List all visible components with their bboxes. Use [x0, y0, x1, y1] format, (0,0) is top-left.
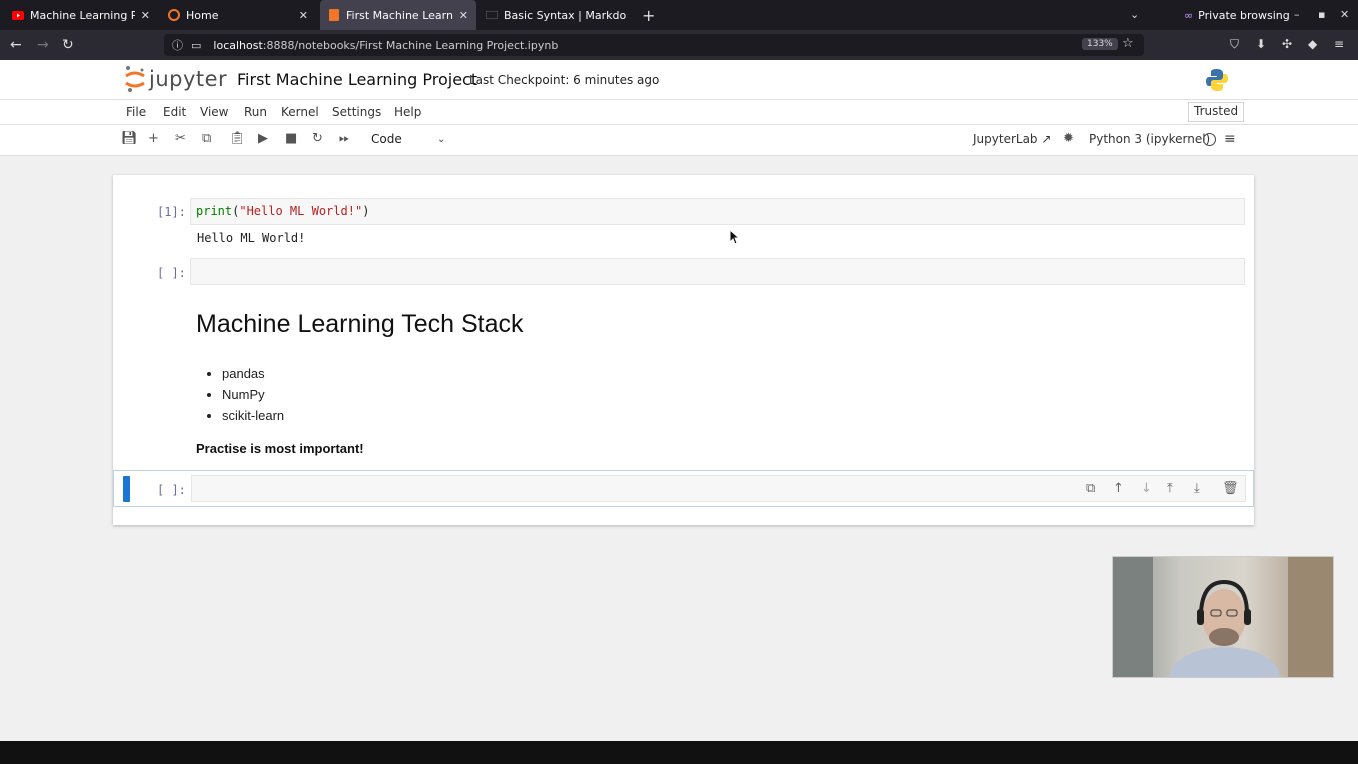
- menu-edit[interactable]: Edit: [163, 105, 186, 119]
- restart-run-all-icon[interactable]: ⏩︎: [339, 131, 349, 146]
- markdown-list: pandas NumPy scikit-learn: [222, 363, 284, 426]
- menu-view[interactable]: View: [200, 105, 228, 119]
- jupyterlab-link[interactable]: JupyterLab ↗: [973, 132, 1051, 146]
- paste-icon[interactable]: 📋︎: [229, 131, 246, 146]
- delete-cell-icon[interactable]: 🗑︎: [1222, 481, 1239, 496]
- list-item: NumPy: [222, 384, 284, 405]
- extension-icon[interactable]: ◆: [1308, 37, 1317, 51]
- bookmark-star-icon[interactable]: ☆: [1122, 36, 1134, 51]
- external-link-icon: ↗: [1041, 132, 1052, 146]
- browser-tab-bar: Machine Learning Project ✕ Home ✕ First …: [0, 0, 1358, 30]
- screen-bottom-bar: [0, 741, 1358, 764]
- downloads-icon[interactable]: ⬇: [1256, 37, 1266, 51]
- jupyter-logo-icon: [125, 66, 145, 92]
- menu-help[interactable]: Help: [394, 105, 421, 119]
- close-tab-icon[interactable]: ✕: [141, 9, 150, 22]
- tab-title: Machine Learning Project: [30, 8, 135, 22]
- close-window-icon[interactable]: ✕: [1340, 8, 1349, 21]
- browser-nav-bar: ← → ↻ ⓘ ▭ localhost:8888/notebooks/First…: [0, 30, 1358, 60]
- tab-basic-syntax-markdown[interactable]: Basic Syntax | Markdown G: [478, 0, 634, 30]
- menu-file[interactable]: File: [126, 105, 146, 119]
- youtube-icon: [12, 9, 24, 21]
- cut-icon[interactable]: ✂: [175, 131, 186, 146]
- code-cell-input[interactable]: [190, 258, 1245, 285]
- close-tab-icon[interactable]: ✕: [299, 9, 308, 22]
- stop-icon[interactable]: ■: [285, 131, 297, 146]
- tab-machine-learning-project[interactable]: Machine Learning Project ✕: [4, 0, 158, 30]
- minimize-icon[interactable]: –: [1294, 8, 1300, 21]
- cell-type-select[interactable]: Code: [371, 132, 402, 146]
- code-text: print("Hello ML World!"): [196, 204, 370, 218]
- restart-icon[interactable]: ↻: [312, 131, 323, 146]
- cell-prompt: [1]:: [157, 205, 186, 219]
- jupyter-wordmark: jupyter: [149, 67, 228, 91]
- private-browsing-indicator: ∞ Private browsing: [1184, 0, 1290, 30]
- save-icon[interactable]: 💾︎: [121, 131, 138, 146]
- move-down-icon[interactable]: ↓: [1141, 481, 1152, 496]
- presenter-video-image: [1113, 557, 1333, 677]
- insert-above-icon[interactable]: ⤒: [1167, 481, 1173, 496]
- cell-output: Hello ML World!: [197, 231, 306, 245]
- jupyter-menubar: File Edit View Run Kernel Settings Help …: [0, 100, 1358, 125]
- list-item: pandas: [222, 363, 284, 384]
- jupyter-logo[interactable]: jupyter: [124, 65, 227, 93]
- jupyter-icon: [168, 9, 180, 21]
- cell-prompt: [ ]:: [157, 266, 186, 280]
- property-inspector-icon[interactable]: ≡: [1224, 131, 1236, 147]
- new-tab-icon[interactable]: +: [642, 6, 655, 25]
- maximize-icon[interactable]: ▪: [1318, 8, 1325, 21]
- menu-kernel[interactable]: Kernel: [281, 105, 319, 119]
- python-logo-icon: [1206, 69, 1228, 91]
- trusted-indicator[interactable]: Trusted: [1188, 102, 1245, 122]
- tab-home[interactable]: Home ✕: [160, 0, 316, 30]
- zoom-level[interactable]: 133%: [1082, 38, 1118, 50]
- tab-title: Home: [186, 8, 219, 22]
- kernel-status-icon: [1203, 133, 1216, 146]
- pocket-icon[interactable]: ⛉: [1230, 37, 1239, 52]
- notebook-toolbar: 💾︎ + ✂ ⧉ 📋︎ ▶ ■ ↻ ⏩︎ Code ⌄ JupyterLab ↗…: [0, 125, 1358, 156]
- back-icon[interactable]: ←: [10, 37, 22, 53]
- forward-icon[interactable]: →: [37, 37, 49, 53]
- jupyter-header: jupyter First Machine Learning Project L…: [0, 60, 1358, 100]
- close-tab-icon[interactable]: ✕: [459, 9, 468, 22]
- copy-icon[interactable]: ⧉: [202, 131, 211, 146]
- webcam-overlay: [1112, 556, 1334, 678]
- notebook-panel: [1]: print("Hello ML World!") Hello ML W…: [113, 175, 1254, 525]
- last-checkpoint: Last Checkpoint: 6 minutes ago: [469, 73, 660, 87]
- notebook-title[interactable]: First Machine Learning Project: [237, 70, 477, 89]
- menu-icon[interactable]: ≡: [1334, 37, 1344, 51]
- insert-below-icon[interactable]: ⤓: [1194, 481, 1200, 496]
- tab-title: Basic Syntax | Markdown G: [504, 8, 626, 22]
- insert-cell-icon[interactable]: +: [148, 131, 159, 146]
- mouse-cursor-icon: [729, 229, 739, 245]
- debugger-bug-icon[interactable]: ✹: [1063, 131, 1074, 146]
- reload-icon[interactable]: ↻: [62, 37, 74, 53]
- active-code-cell[interactable]: [ ]: ⧉ ↑ ↓ ⤒ ⤓ 🗑︎: [113, 470, 1254, 507]
- kernel-name[interactable]: Python 3 (ipykernel): [1089, 132, 1210, 146]
- list-item: scikit-learn: [222, 405, 284, 426]
- chevron-down-icon[interactable]: ⌄: [437, 134, 445, 145]
- page-icon: ▭: [191, 38, 202, 52]
- tab-title: First Machine Learning Pr: [346, 8, 453, 22]
- url-text[interactable]: localhost:8888/notebooks/First Machine L…: [213, 39, 558, 52]
- markdown-icon: [486, 9, 498, 21]
- url-bar[interactable]: ⓘ ▭ localhost:8888/notebooks/First Machi…: [164, 34, 1144, 56]
- private-mask-icon: ∞: [1184, 8, 1194, 22]
- run-icon[interactable]: ▶: [258, 131, 268, 146]
- active-cell-indicator: [123, 476, 130, 502]
- list-all-tabs-icon[interactable]: ⌄: [1130, 8, 1139, 21]
- tab-first-machine-learning-project[interactable]: First Machine Learning Pr ✕: [320, 0, 476, 30]
- markdown-bold-text: Practise is most important!: [196, 441, 364, 456]
- site-info-icon[interactable]: ⓘ: [172, 37, 183, 53]
- menu-settings[interactable]: Settings: [332, 105, 381, 119]
- menu-run[interactable]: Run: [244, 105, 267, 119]
- private-browsing-label: Private browsing: [1198, 8, 1290, 22]
- cell-prompt: [ ]:: [157, 483, 186, 497]
- jupyter-notebook-icon: [328, 9, 340, 21]
- move-up-icon[interactable]: ↑: [1113, 481, 1124, 496]
- duplicate-cell-icon[interactable]: ⧉: [1086, 481, 1095, 496]
- extensions-icon[interactable]: ✣: [1282, 37, 1292, 51]
- markdown-heading: Machine Learning Tech Stack: [196, 310, 524, 338]
